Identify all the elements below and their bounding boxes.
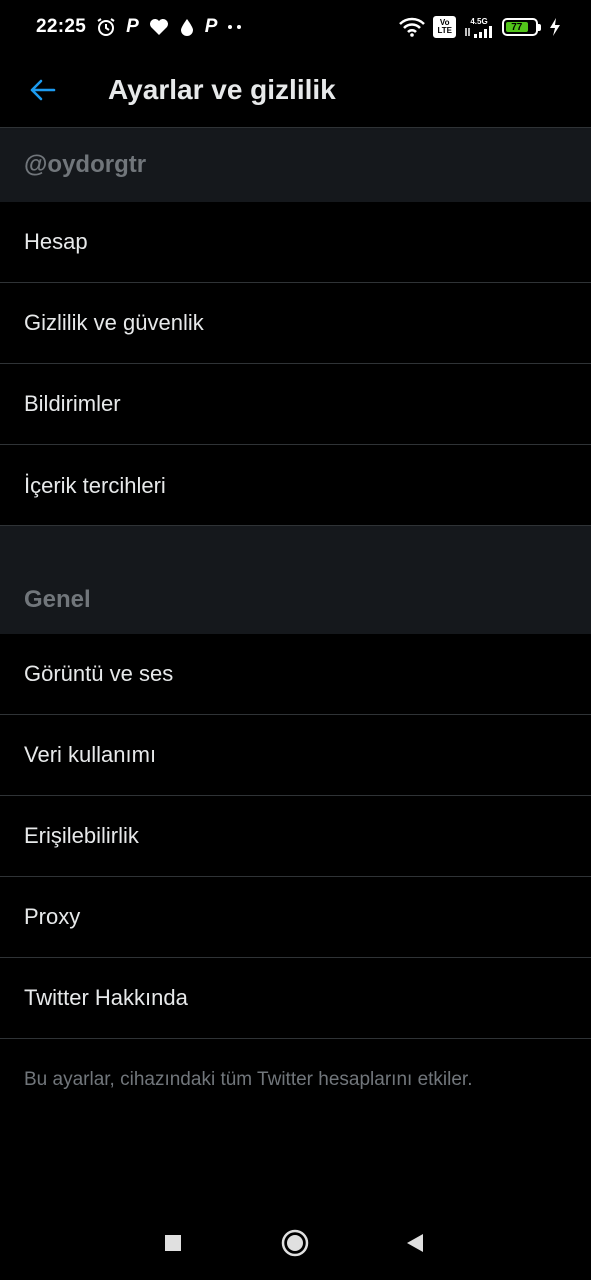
general-section-title: Genel [24,586,91,613]
settings-item-label: Proxy [24,904,81,929]
settings-item-notifications[interactable]: Bildirimler [0,364,591,445]
general-section-header: Genel [0,525,591,634]
system-nav-bar [0,1208,591,1280]
p-notification-icon: P [204,16,218,37]
settings-item-accessibility[interactable]: Erişilebilirlik [0,796,591,877]
back-button[interactable] [24,72,60,108]
wifi-icon [399,16,426,38]
settings-item-label: Veri kullanımı [24,742,157,767]
settings-item-label: Erişilebilirlik [24,823,139,848]
account-settings-list: Hesap Gizlilik ve güvenlik Bildirimler İ… [0,202,591,526]
drop-icon [179,16,195,38]
volte-badge: Vo LTE [433,16,456,38]
nav-back-button[interactable] [402,1230,428,1256]
heart-icon [149,16,169,38]
more-dots-icon [227,16,243,38]
status-left: 22:25 P P [36,16,243,38]
battery-icon: 77 [502,18,541,36]
settings-item-data-usage[interactable]: Veri kullanımı [0,715,591,796]
settings-item-proxy[interactable]: Proxy [0,877,591,958]
battery-tip [538,23,541,31]
settings-item-privacy-security[interactable]: Gizlilik ve güvenlik [0,283,591,364]
recents-square-icon [165,1235,181,1251]
home-circle-icon [281,1229,309,1257]
account-section-header: @oydorgtr [0,127,591,202]
home-button[interactable] [280,1228,310,1258]
status-right: Vo LTE 4.5G 77 [399,16,561,38]
back-triangle-icon [407,1234,423,1252]
charging-bolt-icon [549,16,561,38]
battery-level: 77 [506,22,528,33]
recents-button[interactable] [160,1230,186,1256]
alarm-icon [96,16,116,38]
settings-item-content-preferences[interactable]: İçerik tercihleri [0,445,591,526]
settings-item-about-twitter[interactable]: Twitter Hakkında [0,958,591,1039]
network-type-label: 4.5G [470,16,488,26]
settings-item-label: Görüntü ve ses [24,661,174,686]
status-bar: 22:25 P P Vo LTE 4.5G 77 [0,0,591,54]
arrow-left-icon [30,79,56,101]
settings-screen: 22:25 P P Vo LTE 4.5G 77 Ayarlar ve gizl… [0,0,591,1280]
signal-bars-icon [465,25,492,38]
settings-item-label: Hesap [24,229,88,254]
battery-body: 77 [502,18,538,36]
network-indicator: 4.5G [464,17,494,38]
account-handle: @oydorgtr [24,151,147,178]
status-time: 22:25 [36,16,87,37]
settings-item-label: Twitter Hakkında [24,985,188,1010]
page-title: Ayarlar ve gizlilik [108,74,336,105]
footer-note: Bu ayarlar, cihazındaki tüm Twitter hesa… [24,1069,473,1090]
settings-item-label: Gizlilik ve güvenlik [24,310,204,335]
settings-item-display-sound[interactable]: Görüntü ve ses [0,634,591,715]
settings-item-label: Bildirimler [24,391,121,416]
settings-item-hesap[interactable]: Hesap [0,202,591,283]
settings-item-label: İçerik tercihleri [24,472,166,498]
app-header: Ayarlar ve gizlilik [0,54,591,127]
general-settings-list: Görüntü ve ses Veri kullanımı Erişilebil… [0,634,591,1039]
p-notification-icon: P [126,16,139,37]
